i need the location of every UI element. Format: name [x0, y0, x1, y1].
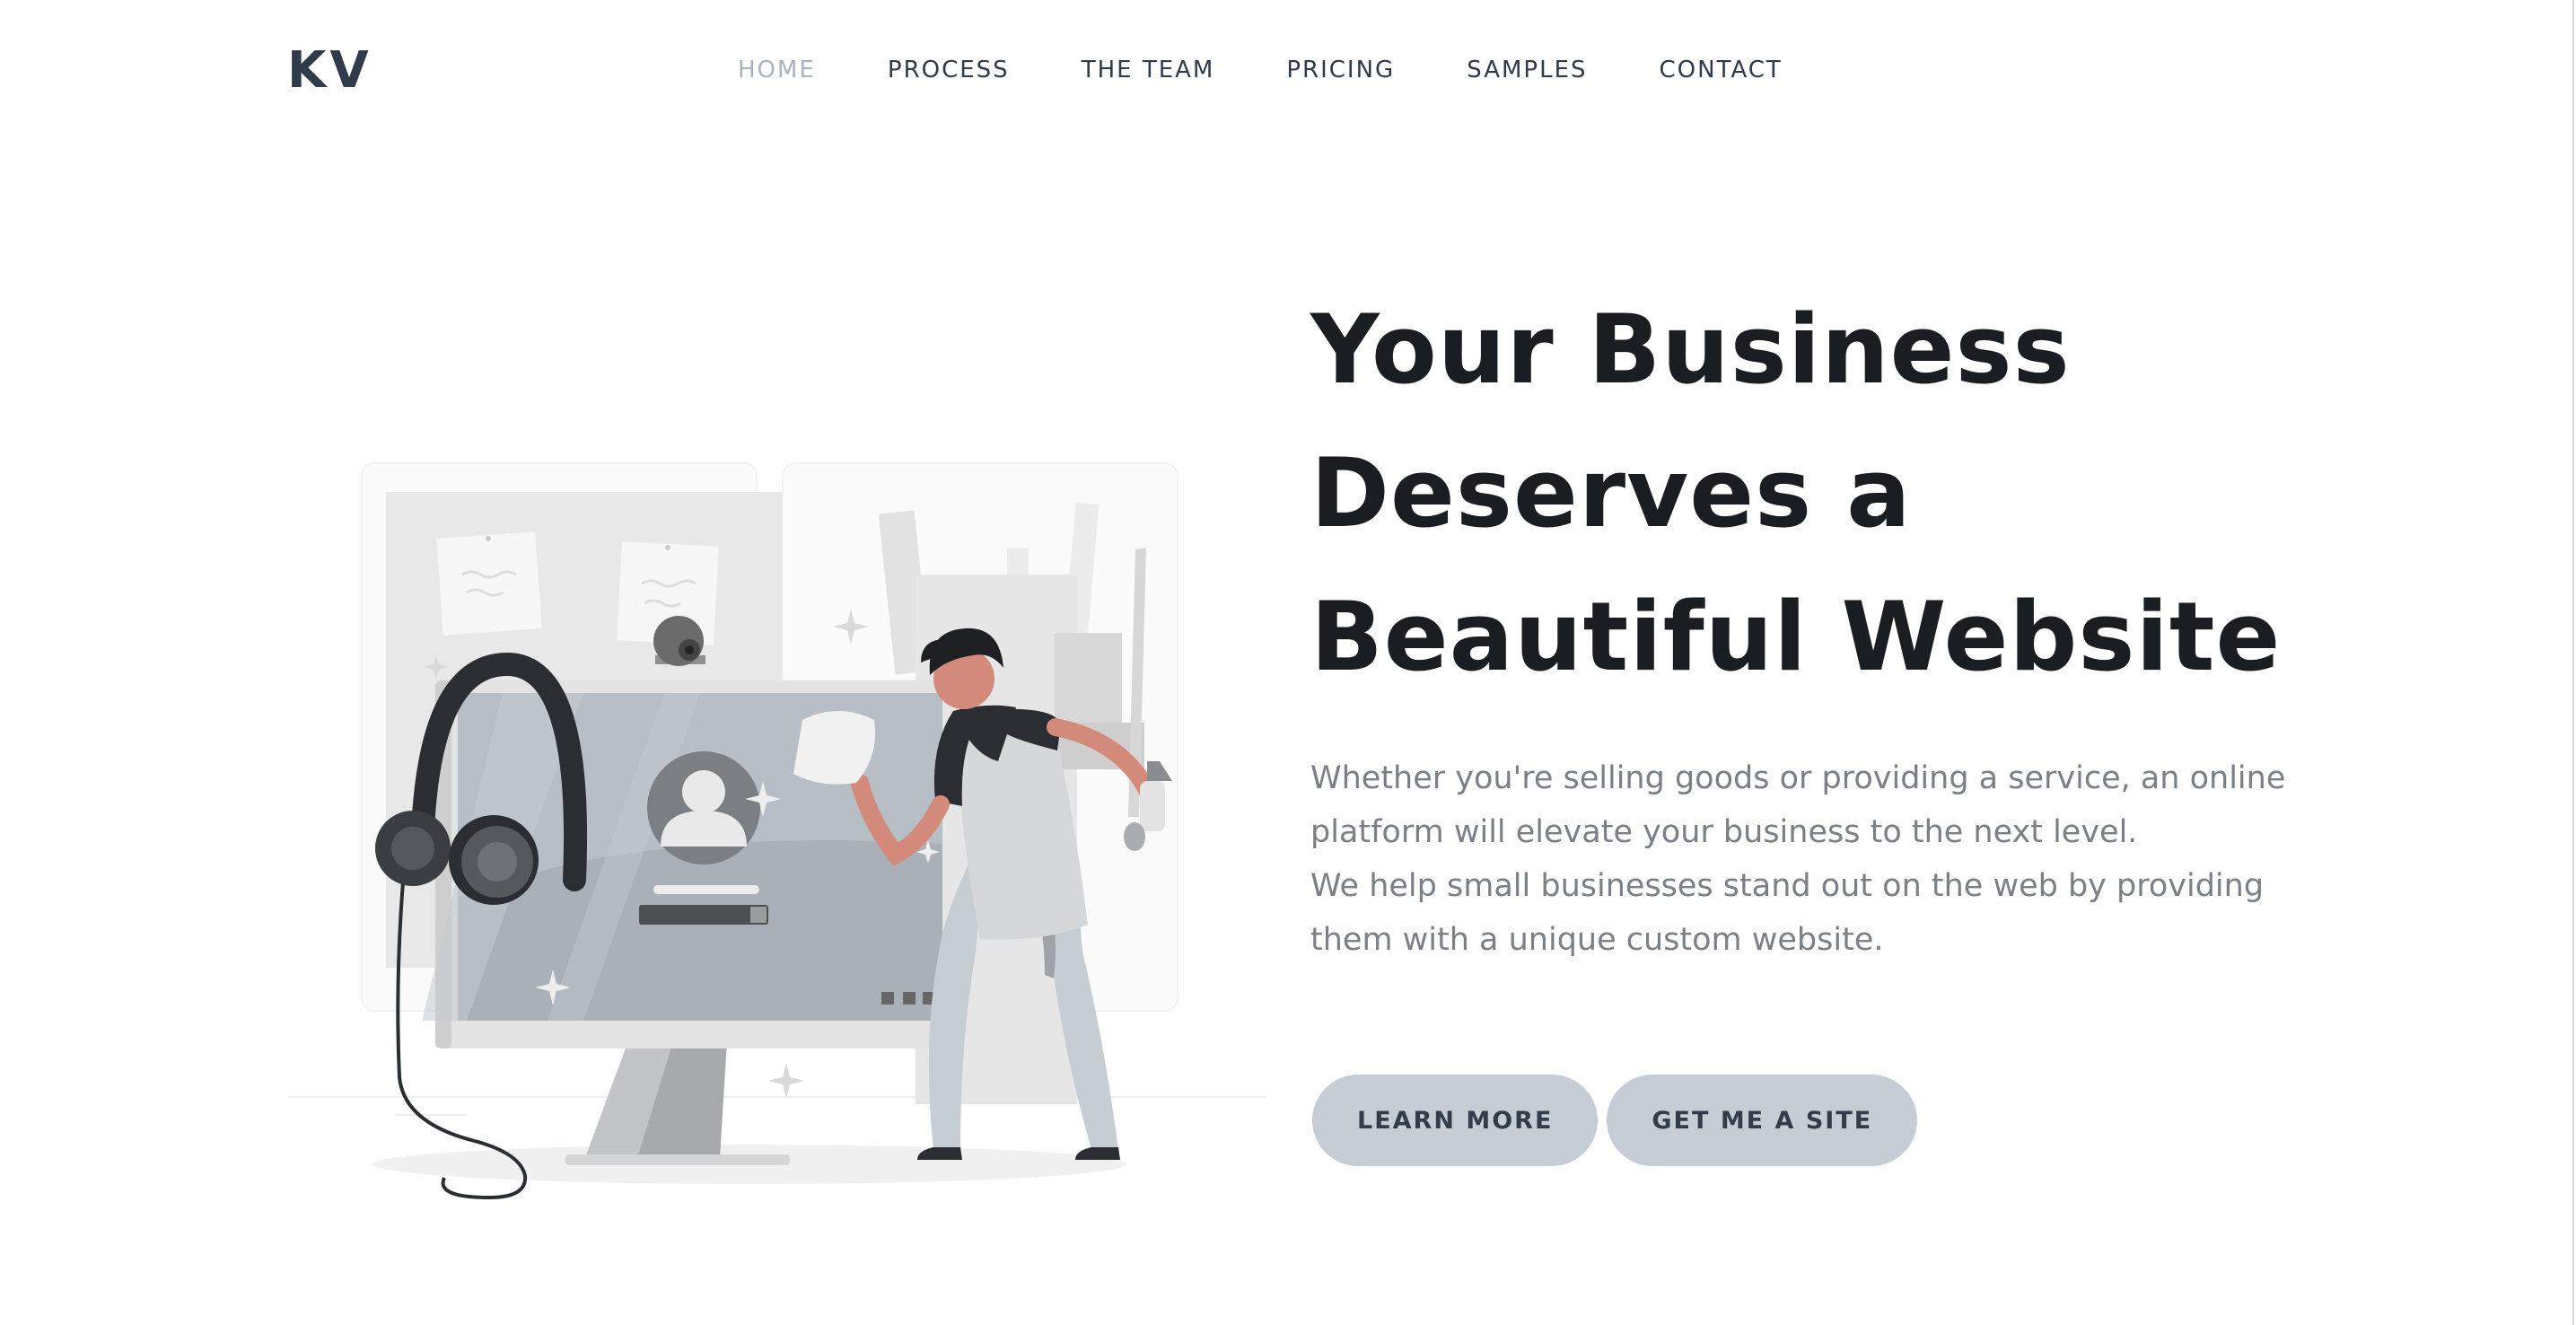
hero-description-line-4: them with a unique custom website.: [1310, 922, 1884, 958]
nav-item-home[interactable]: HOME: [738, 52, 816, 88]
nav-item-pricing[interactable]: PRICING: [1286, 52, 1395, 88]
hero-title: Your Business Deserves a Beautiful Websi…: [1310, 278, 2388, 709]
hero-title-line-3: Beautiful Website: [1310, 582, 2282, 692]
page-right-border: [2572, 0, 2574, 1325]
hero-title-line-1: Your Business: [1310, 294, 2071, 405]
site-logo[interactable]: KV: [287, 39, 372, 102]
hero-description-line-1: Whether you're selling goods or providin…: [1310, 760, 2286, 796]
get-me-a-site-button[interactable]: GET ME A SITE: [1607, 1075, 1918, 1166]
nav-item-process[interactable]: PROCESS: [888, 52, 1010, 88]
main-nav: HOME PROCESS THE TEAM PRICING SAMPLES CO…: [738, 52, 1854, 88]
user-avatar-icon: [647, 751, 760, 864]
hero-description: Whether you're selling goods or providin…: [1310, 751, 2316, 967]
nav-item-samples[interactable]: SAMPLES: [1467, 52, 1587, 88]
hero-illustration: [287, 462, 1266, 1200]
hero-description-line-3: We help small businesses stand out on th…: [1310, 868, 2265, 904]
hero-description-line-2: platform will elevate your business to t…: [1310, 814, 2138, 850]
nav-item-the-team[interactable]: THE TEAM: [1082, 52, 1215, 88]
hero-title-line-2: Deserves a: [1310, 438, 1912, 548]
learn-more-button[interactable]: LEARN MORE: [1312, 1075, 1599, 1166]
hero-buttons: LEARN MORE GET ME A SITE: [1312, 1075, 1918, 1166]
nav-item-contact[interactable]: CONTACT: [1660, 52, 1783, 88]
